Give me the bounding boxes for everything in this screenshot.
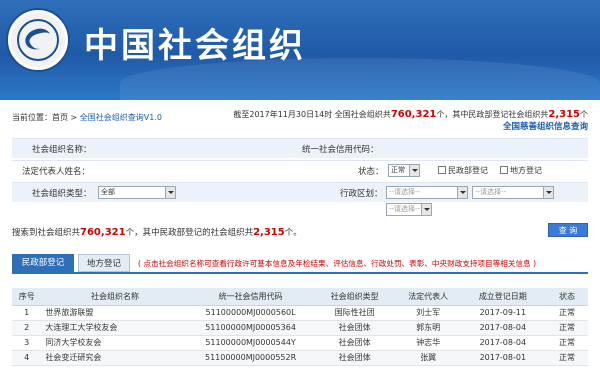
col-header-name: 社会组织名称 <box>41 288 189 306</box>
region-county-select[interactable]: --请选择-- <box>386 203 432 216</box>
logo-icon[interactable] <box>8 10 68 70</box>
region-county-placeholder: --请选择-- <box>389 205 421 213</box>
cell-status: 正常 <box>545 305 588 321</box>
cell-credit-code: 51100000MJ0000552R <box>188 350 313 366</box>
table-row: 1 世界旅游联盟 51100000MJ0000560L 国际性社团 刘士军 20… <box>12 305 588 321</box>
status-select[interactable]: 正常 <box>388 164 420 177</box>
cell-type: 国际性社团 <box>312 305 397 321</box>
cell-type: 社会团体 <box>312 335 397 351</box>
table-row: 4 社会变迁研究会 51100000MJ0000552R 社会团体 张翼 201… <box>12 350 588 366</box>
result-text-c: 个。 <box>284 228 302 238</box>
region-label: 行政区划： <box>340 189 383 199</box>
search-button[interactable]: 查 询 <box>548 223 588 237</box>
cell-status: 正常 <box>545 350 588 366</box>
form-row-2: 法定代表人姓名： 状态： 正常 民政部登记 地方登记 <box>12 160 588 180</box>
region-city-select[interactable]: --请选择-- <box>472 186 554 199</box>
org-type-select[interactable]: 全部 <box>98 186 176 199</box>
rep-name-label: 法定代表人姓名： <box>22 167 91 177</box>
chevron-down-icon <box>421 204 431 215</box>
summary-ministry-count: 2,315 <box>548 109 580 120</box>
site-title: 中国社会组织 <box>84 26 306 66</box>
status-select-value: 正常 <box>391 166 405 174</box>
cell-type: 社会团体 <box>312 320 397 336</box>
region-city-placeholder: --请选择-- <box>475 188 507 196</box>
cell-rep: 刘士军 <box>396 305 460 321</box>
cell-org-name-link[interactable]: 社会变迁研究会 <box>41 350 189 366</box>
region-province-placeholder: --请选择-- <box>389 188 421 196</box>
cell-rep: 郭东明 <box>396 320 460 336</box>
col-header-index: 序号 <box>12 288 42 306</box>
ministry-checkbox-label: 民政部登记 <box>448 166 488 175</box>
result-total: 760,321 <box>80 227 126 238</box>
table-row: 3 同济大学校友会 51100000MJ0000544Y 社会团体 钟志华 20… <box>12 335 588 351</box>
summary-text-a: 截至2017年11月30日14时 全国社会组织共 <box>233 110 391 119</box>
cell-credit-code: 51100000MJ00005364 <box>188 320 313 336</box>
chevron-down-icon <box>165 187 175 198</box>
breadcrumb: 当前位置：首页 > 全国社会组织查询V1.0 <box>12 112 162 123</box>
results-table: 序号 社会组织名称 统一社会信用代码 社会组织类型 法定代表人 成立登记日期 状… <box>12 288 588 366</box>
cell-date: 2017-08-01 <box>459 350 546 366</box>
chevron-down-icon <box>543 187 553 198</box>
col-header-rep: 法定代表人 <box>396 288 460 306</box>
cell-index: 1 <box>12 305 42 321</box>
breadcrumb-prefix: 当前位置：首页 > <box>12 113 80 122</box>
chevron-down-icon <box>457 187 467 198</box>
tab-bar: 民政部登记 地方登记 ( 点击社会组织名称可查看行政许可基本信息及年检结果、评估… <box>12 252 588 274</box>
cell-org-name-link[interactable]: 大连理工大学校友会 <box>41 320 189 336</box>
result-text-b: 个，其中民政部登记的社会组织共 <box>125 228 254 238</box>
site-header: 中国社会组织 <box>0 0 600 100</box>
org-name-label: 社会组织名称： <box>32 145 92 155</box>
search-form: 社会组织名称： 统一社会信用代码： 法定代表人姓名： 状态： 正常 民政部登记 … <box>12 134 588 220</box>
tab-local[interactable]: 地方登记 <box>78 254 130 272</box>
search-result-summary: 搜索到社会组织共760,321个，其中民政部登记的社会组织共2,315个。 <box>12 226 302 238</box>
breadcrumb-current[interactable]: 全国社会组织查询V1.0 <box>80 113 162 122</box>
summary-text-c: 个 <box>580 110 588 119</box>
table-header-row: 序号 社会组织名称 统一社会信用代码 社会组织类型 法定代表人 成立登记日期 状… <box>12 288 588 306</box>
result-row: 搜索到社会组织共760,321个，其中民政部登记的社会组织共2,315个。 查 … <box>12 220 588 246</box>
cell-date: 2017-08-04 <box>459 320 546 336</box>
tab-ministry[interactable]: 民政部登记 <box>12 254 74 272</box>
cell-credit-code: 51100000MJ0000560L <box>188 305 313 321</box>
result-text-a: 搜索到社会组织共 <box>12 228 81 238</box>
local-checkbox[interactable] <box>500 166 508 174</box>
cell-status: 正常 <box>545 335 588 351</box>
cell-credit-code: 51100000MJ0000544Y <box>188 335 313 351</box>
col-header-credit-code: 统一社会信用代码 <box>188 288 313 306</box>
notice-text: ( 点击社会组织名称可查看行政许可基本信息及年检结果、评估信息、行政处罚、表彰、… <box>138 259 537 268</box>
col-header-status: 状态 <box>545 288 588 306</box>
cell-rep: 钟志华 <box>396 335 460 351</box>
status-label: 状态： <box>358 167 384 177</box>
cell-index: 4 <box>12 350 42 366</box>
cell-index: 2 <box>12 320 42 336</box>
summary-total: 760,321 <box>390 109 437 120</box>
local-checkbox-label: 地方登记 <box>510 166 542 175</box>
col-header-date: 成立登记日期 <box>459 288 546 306</box>
cell-type: 社会团体 <box>312 350 397 366</box>
result-ministry-count: 2,315 <box>253 227 285 238</box>
cell-rep: 张翼 <box>396 350 460 366</box>
org-type-select-value: 全部 <box>101 188 115 196</box>
org-type-label: 社会组织类型： <box>32 189 92 199</box>
cell-org-name-link[interactable]: 世界旅游联盟 <box>41 305 189 321</box>
chevron-down-icon <box>409 165 419 176</box>
cell-org-name-link[interactable]: 同济大学校友会 <box>41 335 189 351</box>
region-province-select[interactable]: --请选择-- <box>386 186 468 199</box>
cell-index: 3 <box>12 335 42 351</box>
cell-date: 2017-09-11 <box>459 305 546 321</box>
charity-search-link[interactable]: 全国慈善组织信息查询 <box>503 120 588 132</box>
table-row: 2 大连理工大学校友会 51100000MJ00005364 社会团体 郭东明 … <box>12 320 588 336</box>
credit-code-label: 统一社会信用代码： <box>302 145 379 155</box>
summary-text-b: 个，其中民政部登记社会组织共 <box>436 110 549 119</box>
col-header-type: 社会组织类型 <box>312 288 397 306</box>
form-row-3: 社会组织类型： 全部 行政区划： --请选择-- --请选择-- --请选择-- <box>12 182 588 216</box>
cell-date: 2017-08-04 <box>459 335 546 351</box>
summary-stats: 截至2017年11月30日14时 全国社会组织共760,321个，其中民政部登记… <box>233 109 588 120</box>
cell-status: 正常 <box>545 320 588 336</box>
ministry-checkbox[interactable] <box>438 166 446 174</box>
form-row-1: 社会组织名称： 统一社会信用代码： <box>12 138 588 158</box>
